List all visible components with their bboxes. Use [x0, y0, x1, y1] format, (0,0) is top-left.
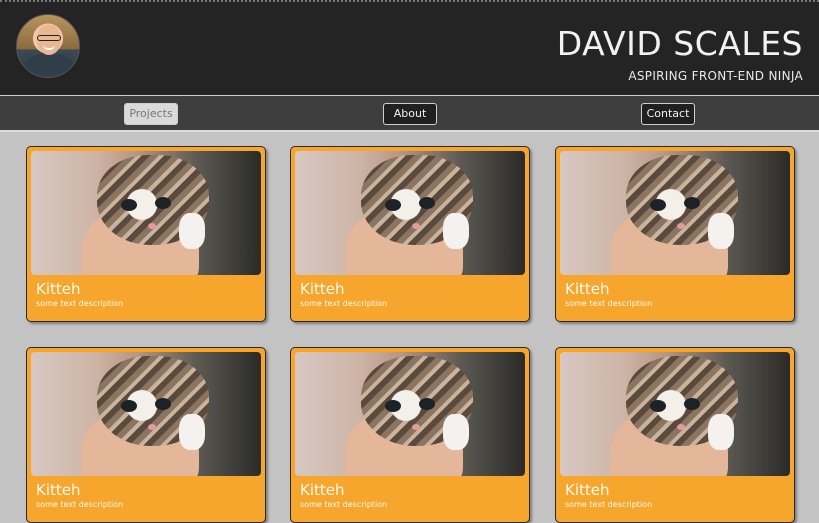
- card-title: Kitteh: [36, 280, 81, 298]
- card-description: some text description: [36, 299, 124, 308]
- kitten-image: [560, 352, 790, 476]
- project-card[interactable]: Kitteh some text description: [555, 146, 795, 322]
- card-description: some text description: [300, 299, 388, 308]
- kitten-image: [560, 151, 790, 275]
- main-nav: Projects About Contact: [0, 95, 819, 132]
- avatar-hood: [23, 53, 75, 77]
- site-subtitle: ASPIRING FRONT-END NINJA: [628, 69, 803, 83]
- project-card[interactable]: Kitteh some text description: [290, 347, 530, 523]
- kitten-image: [31, 352, 261, 476]
- site-header: DAVID SCALES ASPIRING FRONT-END NINJA: [0, 0, 819, 95]
- kitten-image: [295, 352, 525, 476]
- site-title: DAVID SCALES: [556, 24, 803, 63]
- project-card[interactable]: Kitteh some text description: [555, 347, 795, 523]
- card-title: Kitteh: [36, 481, 81, 499]
- card-description: some text description: [565, 299, 653, 308]
- project-card[interactable]: Kitteh some text description: [26, 146, 266, 322]
- kitten-image: [295, 151, 525, 275]
- kitten-image: [31, 151, 261, 275]
- card-title: Kitteh: [565, 280, 610, 298]
- nav-about-button[interactable]: About: [383, 103, 437, 125]
- nav-projects-button[interactable]: Projects: [124, 103, 178, 125]
- nav-contact-button[interactable]: Contact: [641, 103, 695, 125]
- project-card[interactable]: Kitteh some text description: [26, 347, 266, 523]
- card-description: some text description: [565, 500, 653, 509]
- card-description: some text description: [300, 500, 388, 509]
- card-title: Kitteh: [300, 280, 345, 298]
- project-card[interactable]: Kitteh some text description: [290, 146, 530, 322]
- avatar-glasses: [37, 35, 61, 41]
- card-description: some text description: [36, 500, 124, 509]
- card-title: Kitteh: [565, 481, 610, 499]
- card-title: Kitteh: [300, 481, 345, 499]
- avatar: [16, 14, 80, 78]
